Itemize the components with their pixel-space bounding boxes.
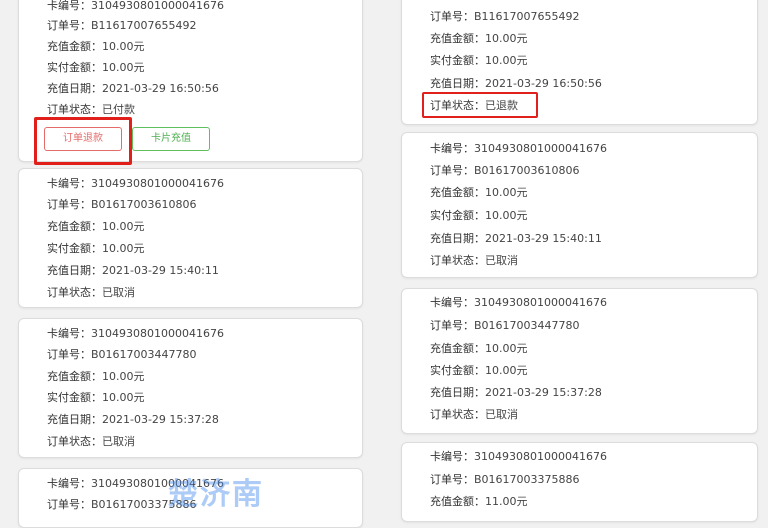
order-status-row: 订单状态：已取消 <box>430 408 518 421</box>
recharge-date-row: 充值日期：2021-03-29 15:37:28 <box>47 413 219 426</box>
recharge-date-row: 充值日期：2021-03-29 15:40:11 <box>430 232 602 245</box>
right-screen: 订单号：B11617007655492 充值金额：10.00元 实付金额：10.… <box>384 0 768 522</box>
recharge-date-row: 充值日期：2021-03-29 16:50:56 <box>47 82 219 95</box>
watermark-logo: 楚济南 <box>168 477 264 512</box>
paid-amount-row: 实付金额：10.00元 <box>47 242 145 255</box>
recharge-amount-row: 充值金额：11.00元 <box>430 495 528 508</box>
card-recharge-button[interactable]: 卡片充值 <box>132 127 210 151</box>
order-no-row: 订单号：B01617003610806 <box>47 198 197 211</box>
paid-amount-row: 实付金额：10.00元 <box>430 54 528 67</box>
order-card: 卡编号：3104930801000041676 订单号：B01617003447… <box>18 318 363 458</box>
paid-amount-row: 实付金额：10.00元 <box>47 391 145 404</box>
card-no-row: 卡编号：3104930801000041676 <box>47 177 224 190</box>
card-no-row: 卡编号：3104930801000041676 <box>430 296 607 309</box>
recharge-amount-row: 充值金额：10.00元 <box>47 370 145 383</box>
paid-amount-row: 实付金额：10.00元 <box>430 364 528 377</box>
card-no-row: 卡编号：3104930801000041676 <box>430 450 607 463</box>
card-no-row: 卡编号：3104930801000041676 <box>47 327 224 340</box>
refund-button-highlight <box>34 117 132 165</box>
order-status-row: 订单状态：已付款 <box>47 103 135 116</box>
recharge-date-row: 充值日期：2021-03-29 15:40:11 <box>47 264 219 277</box>
card-no-row: 卡编号：3104930801000041676 <box>430 142 607 155</box>
order-card: 卡编号：3104930801000041676 订单号：B01617003610… <box>18 168 363 308</box>
paid-amount-row: 实付金额：10.00元 <box>47 61 145 74</box>
recharge-amount-row: 充值金额：10.00元 <box>430 186 528 199</box>
order-no-row: 订单号：B01617003375886 <box>430 473 580 486</box>
recharge-amount-row: 充值金额：10.00元 <box>430 342 528 355</box>
recharge-amount-row: 充值金额：10.00元 <box>430 32 528 45</box>
order-no-row: 订单号：B11617007655492 <box>430 10 580 23</box>
recharge-amount-row: 充值金额：10.00元 <box>47 220 145 233</box>
order-no-row: 订单号：B01617003447780 <box>430 319 580 332</box>
order-card: 卡编号：3104930801000041676 订单号：B01617003375… <box>401 442 758 522</box>
recharge-date-row: 充值日期：2021-03-29 15:37:28 <box>430 386 602 399</box>
order-status-row: 订单状态：已取消 <box>430 254 518 267</box>
paid-amount-row: 实付金额：10.00元 <box>430 209 528 222</box>
card-no-row: 卡编号：3104930801000041676 <box>47 0 224 12</box>
order-status-row: 订单状态：已取消 <box>47 435 135 448</box>
refunded-status-highlight <box>422 92 538 118</box>
left-screen: 卡编号：3104930801000041676 订单号：B11617007655… <box>0 0 384 528</box>
order-no-row: 订单号：B01617003610806 <box>430 164 580 177</box>
recharge-date-row: 充值日期：2021-03-29 16:50:56 <box>430 77 602 90</box>
order-card: 卡编号：3104930801000041676 订单号：B01617003610… <box>401 132 758 278</box>
recharge-amount-row: 充值金额：10.00元 <box>47 40 145 53</box>
order-status-row: 订单状态：已取消 <box>47 286 135 299</box>
order-card: 卡编号：3104930801000041676 订单号：B01617003447… <box>401 288 758 434</box>
order-no-row: 订单号：B11617007655492 <box>47 19 197 32</box>
order-no-row: 订单号：B01617003447780 <box>47 348 197 361</box>
